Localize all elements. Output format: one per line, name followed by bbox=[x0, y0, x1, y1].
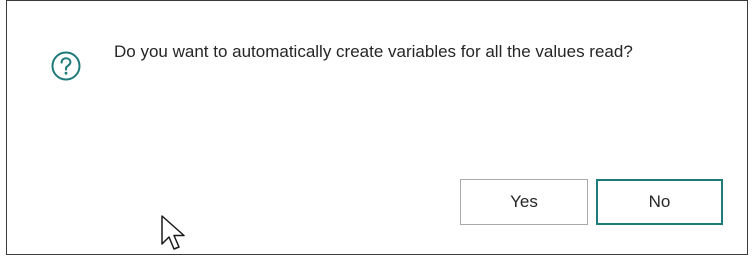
mouse-pointer-icon bbox=[161, 215, 185, 250]
question-circle-icon bbox=[51, 51, 81, 81]
dialog-message: Do you want to automatically create vari… bbox=[114, 42, 633, 61]
yes-button[interactable]: Yes bbox=[460, 179, 588, 225]
no-button[interactable]: No bbox=[596, 179, 723, 225]
confirm-dialog: Do you want to automatically create vari… bbox=[6, 0, 748, 255]
